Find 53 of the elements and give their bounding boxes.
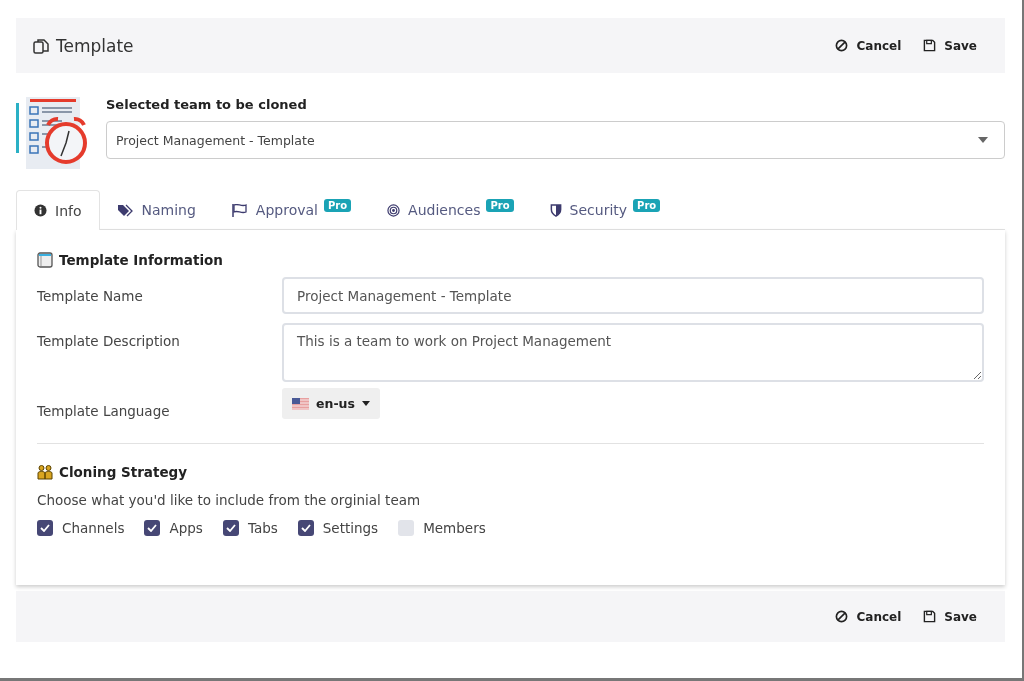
- checkbox-label: Settings: [322, 520, 379, 536]
- pro-badge: Pro: [633, 199, 661, 212]
- team-select-label: Selected team to be cloned: [106, 97, 308, 112]
- tab[interactable]: Approval Pro: [213, 190, 370, 229]
- check-icon: [147, 524, 158, 532]
- window-icon: [37, 252, 53, 268]
- tab[interactable]: Security Pro: [531, 190, 679, 229]
- section-title: Cloning Strategy: [59, 464, 188, 480]
- team-select[interactable]: Project Management - Template: [106, 121, 1005, 159]
- language-dropdown[interactable]: en-us: [282, 388, 380, 419]
- save-icon: [923, 39, 937, 52]
- template-name-field[interactable]: Project Management - Template: [282, 277, 984, 314]
- flag-icon: [231, 203, 248, 217]
- save-button[interactable]: Save: [921, 34, 979, 57]
- checkbox-label: Apps: [169, 520, 203, 536]
- field-label: Template Description: [37, 333, 181, 349]
- cancel-button[interactable]: Cancel: [833, 34, 904, 57]
- tab[interactable]: Naming: [99, 190, 214, 229]
- header-title: Template: [56, 35, 134, 56]
- cancel-button[interactable]: Cancel: [833, 605, 904, 628]
- check-icon: [225, 524, 236, 532]
- copy-icon: [32, 36, 50, 55]
- check-icon: [40, 524, 50, 532]
- checkbox-label: Channels: [62, 520, 125, 536]
- people-icon: [37, 464, 53, 480]
- caret-icon: [978, 137, 988, 143]
- section-title: Template Information: [59, 252, 223, 268]
- checkbox[interactable]: [398, 520, 415, 536]
- ban-icon: [835, 610, 849, 623]
- target-icon: [387, 203, 401, 217]
- caret-icon: [361, 401, 370, 406]
- info-icon: [34, 204, 47, 217]
- tab[interactable]: Audiences Pro: [369, 190, 532, 229]
- checkbox-label: Members: [423, 520, 486, 536]
- ban-icon: [835, 39, 849, 52]
- pro-badge: Pro: [486, 199, 514, 212]
- tab[interactable]: Info: [16, 190, 100, 230]
- checkbox[interactable]: [297, 520, 314, 536]
- save-button[interactable]: Save: [921, 605, 979, 628]
- checkbox[interactable]: [37, 520, 53, 536]
- check-icon: [300, 524, 311, 532]
- checkbox-label: Tabs: [247, 520, 278, 536]
- field-label: Template Language: [37, 402, 171, 419]
- save-icon: [923, 610, 937, 623]
- shield-icon: [549, 203, 562, 217]
- checkbox[interactable]: [144, 520, 161, 536]
- tag-icon: [117, 203, 134, 217]
- checkbox[interactable]: [222, 520, 239, 536]
- us-flag-icon: [292, 397, 309, 410]
- pro-badge: Pro: [323, 199, 352, 212]
- template-description-field[interactable]: This is a team to work on Project Management: [282, 323, 984, 382]
- section-description: Choose what you'd like to include from the orginial team: [37, 492, 422, 508]
- field-label: Template Name: [37, 287, 144, 304]
